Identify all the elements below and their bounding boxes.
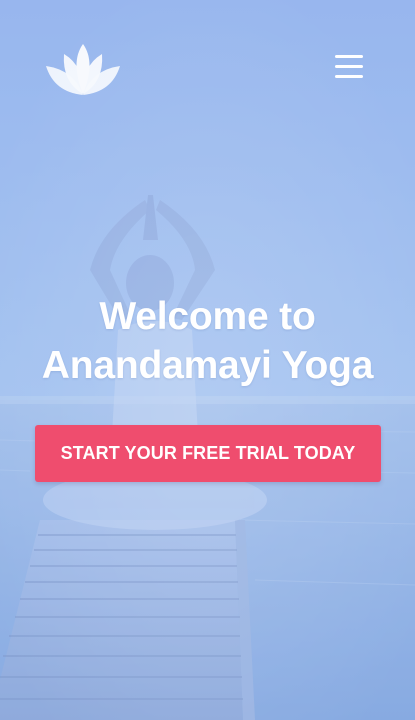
menu-bar-bottom bbox=[335, 75, 363, 78]
start-free-trial-button[interactable]: START YOUR FREE TRIAL TODAY bbox=[35, 425, 381, 482]
landing-screen: Welcome to Anandamayi Yoga START YOUR FR… bbox=[0, 0, 415, 720]
page-title: Welcome to Anandamayi Yoga bbox=[0, 292, 415, 390]
hamburger-menu-icon[interactable] bbox=[333, 53, 365, 81]
menu-bar-middle bbox=[335, 65, 363, 68]
menu-bar-top bbox=[335, 55, 363, 58]
site-header bbox=[0, 0, 415, 130]
lotus-icon[interactable] bbox=[44, 42, 122, 98]
page-title-line2: Anandamayi Yoga bbox=[41, 344, 374, 387]
page-title-line1: Welcome to bbox=[99, 295, 316, 338]
